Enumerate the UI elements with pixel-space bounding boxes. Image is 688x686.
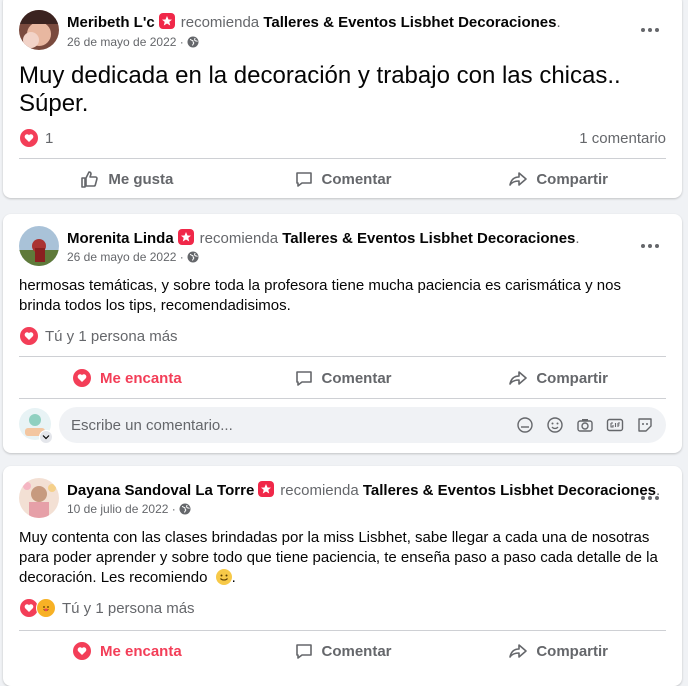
comments-count[interactable]: 1 comentario	[579, 130, 666, 147]
love-icon	[71, 368, 92, 388]
comment-button[interactable]: Comentar	[235, 161, 451, 197]
reactions-count: 1	[45, 129, 54, 147]
share-icon	[509, 371, 528, 385]
author-name[interactable]: Morenita Linda	[67, 230, 174, 247]
post-text: Muy dedicada en la decoración y trabajo …	[19, 62, 621, 117]
chevron-down-icon[interactable]	[39, 430, 53, 444]
comment-placeholder: Escribe un comentario...	[71, 416, 233, 434]
comment-label: Comentar	[321, 369, 392, 387]
post-card: Morenita Linda recomienda Talleres & Even…	[3, 214, 682, 453]
love-reaction-icon	[19, 128, 39, 148]
page-name[interactable]: Talleres & Eventos Lisbhet Decoraciones	[263, 14, 556, 31]
recommend-icon	[177, 229, 194, 245]
recommend-icon	[158, 13, 175, 29]
post-meta: 26 de mayo de 2022 ·	[67, 35, 199, 51]
post-text: hermosas temáticas, y sobre toda la prof…	[19, 277, 621, 314]
comment-icon	[295, 371, 312, 386]
emoji-icon[interactable]	[546, 416, 564, 434]
share-button[interactable]: Compartir	[450, 633, 666, 669]
recommends-label: recomienda	[280, 482, 359, 499]
sticker-icon[interactable]	[636, 416, 654, 434]
comment-icon	[295, 644, 312, 659]
gif-icon[interactable]	[606, 416, 624, 434]
page-name[interactable]: Talleres & Eventos Lisbhet Decoraciones	[363, 482, 656, 499]
post-header: Dayana Sandoval La Torre recomienda Talle…	[67, 481, 660, 499]
love-button[interactable]: Me encanta	[19, 633, 235, 669]
post-header: Morenita Linda recomienda Talleres & Even…	[67, 229, 580, 247]
post-actions: Me encanta Comentar Compartir	[19, 633, 666, 669]
smiling-emoji-icon	[215, 569, 232, 585]
love-label: Me encanta	[99, 642, 182, 660]
share-button[interactable]: Compartir	[450, 360, 666, 396]
share-label: Compartir	[536, 170, 609, 188]
globe-icon	[179, 503, 191, 518]
post-actions: Me gusta Comentar Compartir	[19, 161, 666, 197]
camera-icon[interactable]	[576, 416, 594, 434]
page-name[interactable]: Talleres & Eventos Lisbhet Decoraciones	[282, 230, 575, 247]
more-options-icon[interactable]	[638, 488, 662, 508]
comment-icon	[295, 172, 312, 187]
post-date[interactable]: 26 de mayo de 2022	[67, 35, 176, 49]
avatar[interactable]	[19, 10, 59, 50]
post-card: Meribeth L'c recomienda Talleres & Evento…	[3, 0, 682, 198]
comment-input[interactable]: Escribe un comentario...	[59, 407, 666, 443]
comment-label: Comentar	[321, 642, 392, 660]
divider	[19, 630, 666, 631]
divider	[19, 398, 666, 399]
more-options-icon[interactable]	[638, 20, 662, 40]
like-button[interactable]: Me gusta	[19, 161, 235, 197]
reactions-count: Tú y 1 persona más	[45, 327, 178, 345]
date-separator: ·	[179, 250, 184, 264]
reactions-summary[interactable]: Tú y 1 persona más	[19, 598, 666, 618]
post-date[interactable]: 26 de mayo de 2022	[67, 250, 176, 264]
love-icon	[71, 641, 92, 661]
comment-button[interactable]: Comentar	[235, 633, 451, 669]
reactions-summary[interactable]: Tú y 1 persona más	[19, 326, 666, 346]
post-header: Meribeth L'c recomienda Talleres & Evento…	[67, 13, 561, 31]
thumbs-up-icon	[81, 171, 99, 188]
divider	[19, 158, 666, 159]
recommend-icon	[258, 481, 275, 497]
comment-label: Comentar	[321, 170, 392, 188]
share-label: Compartir	[536, 369, 609, 387]
globe-icon	[187, 251, 199, 266]
post-text-body: Muy contenta con las clases brindadas po…	[19, 529, 658, 586]
date-separator: ·	[179, 35, 184, 49]
author-name[interactable]: Meribeth L'c	[67, 14, 155, 31]
avatar[interactable]	[19, 226, 59, 266]
date-separator: ·	[171, 502, 176, 516]
share-button[interactable]: Compartir	[450, 161, 666, 197]
like-label: Me gusta	[108, 170, 174, 188]
love-reaction-icon	[19, 326, 39, 346]
post-meta: 26 de mayo de 2022 ·	[67, 250, 199, 266]
globe-icon	[187, 36, 199, 51]
post-actions: Me encanta Comentar Compartir	[19, 360, 666, 396]
divider	[19, 356, 666, 357]
period: .	[575, 230, 580, 247]
love-button[interactable]: Me encanta	[19, 360, 235, 396]
comment-tools	[516, 416, 654, 434]
recommends-label: recomienda	[199, 230, 279, 247]
author-name[interactable]: Dayana Sandoval La Torre	[67, 482, 254, 499]
reactions-count: Tú y 1 persona más	[62, 599, 195, 617]
post-date[interactable]: 10 de julio de 2022	[67, 502, 168, 516]
post-text: Muy contenta con las clases brindadas po…	[19, 528, 666, 588]
comment-button[interactable]: Comentar	[235, 360, 451, 396]
love-label: Me encanta	[99, 369, 182, 387]
avatar[interactable]	[19, 478, 59, 518]
share-label: Compartir	[536, 642, 609, 660]
reactions-summary[interactable]: 1 1 comentario	[19, 128, 666, 148]
period: .	[556, 14, 561, 31]
post-meta: 10 de julio de 2022 ·	[67, 502, 191, 518]
share-icon	[509, 172, 528, 186]
avatar-sticker-icon[interactable]	[516, 416, 534, 434]
more-options-icon[interactable]	[638, 236, 662, 256]
post-card: Dayana Sandoval La Torre recomienda Talle…	[3, 466, 682, 686]
recommends-label: recomienda	[180, 14, 260, 31]
post-text-end: .	[231, 569, 236, 586]
care-reaction-icon	[36, 598, 56, 618]
share-icon	[509, 644, 528, 658]
